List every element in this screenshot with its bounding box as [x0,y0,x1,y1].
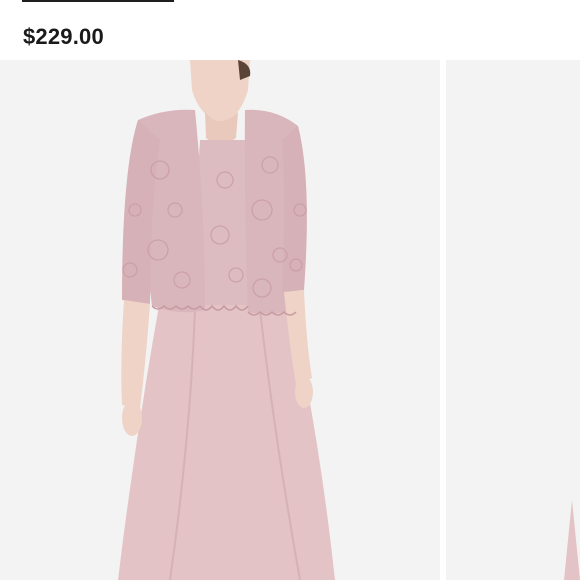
model-illustration [0,60,440,580]
tab-indicator [22,0,174,2]
product-image-gallery[interactable] [0,60,580,580]
product-price: $229.00 [23,24,104,49]
next-image-preview [446,60,580,580]
product-image-main[interactable] [0,60,440,580]
product-image-next[interactable] [446,60,580,580]
